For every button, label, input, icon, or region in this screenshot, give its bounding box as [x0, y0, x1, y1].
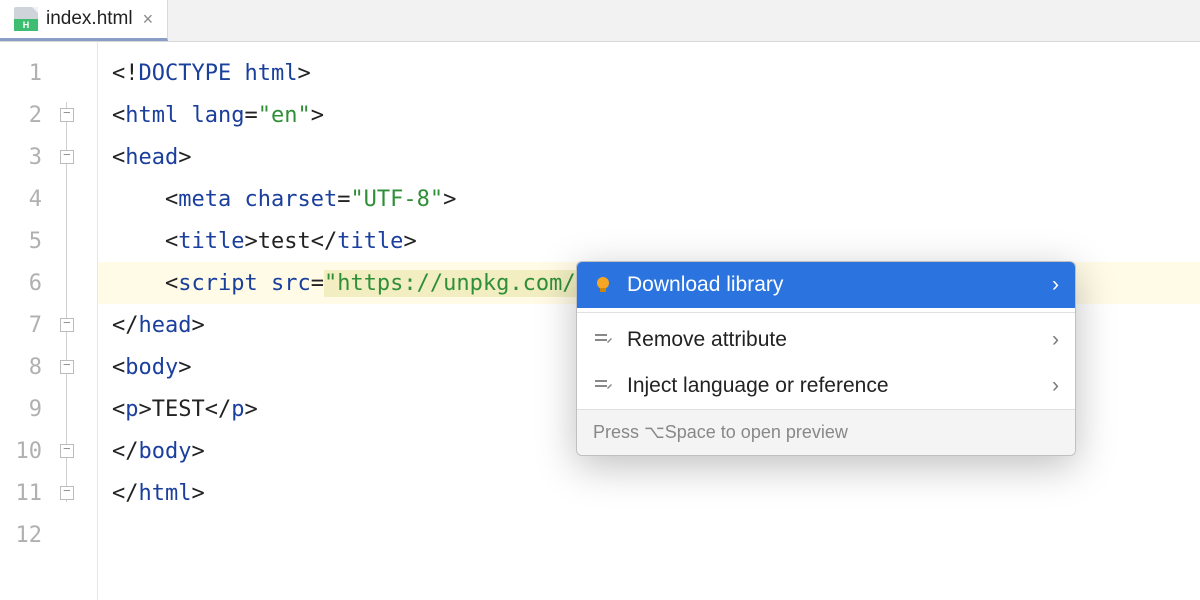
fold-toggle-icon[interactable]: [60, 486, 74, 500]
fold-toggle-icon[interactable]: [60, 444, 74, 458]
line-number: 8: [0, 346, 56, 388]
tab-filename: index.html: [46, 8, 133, 30]
code-line[interactable]: <!DOCTYPE html>: [98, 52, 1200, 94]
intention-popup: Download library›Remove attribute›Inject…: [576, 261, 1076, 456]
popup-item-label: Inject language or reference: [627, 374, 889, 398]
chevron-right-icon: ›: [1052, 273, 1059, 297]
line-number: 1: [0, 52, 56, 94]
tab-bar: H index.html ×: [0, 0, 1200, 42]
code-line[interactable]: <meta charset="UTF-8">: [98, 178, 1200, 220]
popup-item-label: Remove attribute: [627, 328, 787, 352]
close-icon[interactable]: ×: [143, 9, 154, 30]
popup-item[interactable]: Remove attribute ›: [577, 317, 1075, 363]
popup-item-label: Download library: [627, 273, 783, 297]
code-line[interactable]: <head>: [98, 136, 1200, 178]
code-line[interactable]: <html lang="en">: [98, 94, 1200, 136]
chevron-right-icon: ›: [1052, 374, 1059, 398]
popup-item[interactable]: Download library ›: [577, 262, 1075, 308]
chevron-right-icon: ›: [1052, 328, 1059, 352]
line-number: 6: [0, 262, 56, 304]
line-number: 3: [0, 136, 56, 178]
line-number: 10: [0, 430, 56, 472]
line-number: 5: [0, 220, 56, 262]
code-line[interactable]: </html>: [98, 472, 1200, 514]
line-number-gutter: 123456789101112: [0, 42, 56, 600]
edit-icon: [593, 330, 613, 350]
fold-gutter: [56, 42, 98, 600]
lightbulb-icon: [593, 275, 613, 295]
line-number: 4: [0, 178, 56, 220]
popup-footer: Press ⌥Space to open preview: [577, 409, 1075, 455]
edit-icon: [593, 376, 613, 396]
fold-toggle-icon[interactable]: [60, 108, 74, 122]
line-number: 9: [0, 388, 56, 430]
line-number: 7: [0, 304, 56, 346]
line-number: 12: [0, 514, 56, 556]
line-number: 11: [0, 472, 56, 514]
file-tab[interactable]: H index.html ×: [0, 0, 168, 41]
fold-toggle-icon[interactable]: [60, 150, 74, 164]
code-line[interactable]: <title>test</title>: [98, 220, 1200, 262]
popup-item[interactable]: Inject language or reference ›: [577, 363, 1075, 409]
line-number: 2: [0, 94, 56, 136]
code-line[interactable]: [98, 514, 1200, 556]
html-file-icon: H: [14, 7, 38, 31]
fold-toggle-icon[interactable]: [60, 360, 74, 374]
fold-toggle-icon[interactable]: [60, 318, 74, 332]
